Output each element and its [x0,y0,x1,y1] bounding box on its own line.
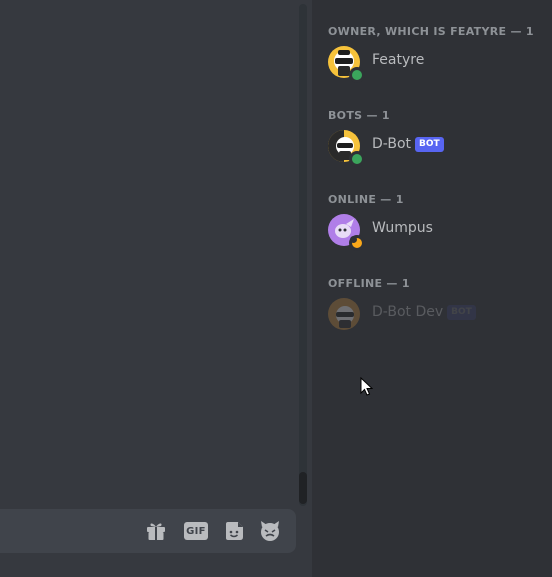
chat-scrollbar-thumb[interactable] [299,472,307,504]
gif-button[interactable]: GIF [184,519,208,543]
emoji-icon [261,521,279,541]
member-name: D-Bot Dev BOT [372,304,476,320]
member-item-d-bot-dev[interactable]: D-Bot Dev BOT [320,293,544,335]
gif-icon: GIF [184,522,208,540]
member-item-wumpus[interactable]: Wumpus [320,209,544,251]
member-list: Owner, which is Featyre — 1 Featyre Bots… [312,0,552,577]
bot-badge: BOT [447,305,476,320]
status-online-indicator [349,151,365,167]
status-idle-indicator [349,235,365,251]
member-item-featyre[interactable]: Featyre [320,41,544,83]
member-section-header-offline: Offline — 1 [328,277,410,290]
member-section-header-owner: Owner, which is Featyre — 1 [328,25,534,38]
sticker-button[interactable] [222,519,246,543]
bot-badge: BOT [415,137,444,152]
gift-icon [147,523,165,540]
chat-area: GIF [0,0,312,577]
member-name: D-Bot BOT [372,136,444,152]
member-section-header-bots: Bots — 1 [328,109,390,122]
emoji-button[interactable] [258,519,282,543]
avatar [328,214,365,251]
member-name: Wumpus [372,220,433,236]
status-online-indicator [349,67,365,83]
mouse-cursor-icon [360,377,373,396]
avatar [328,298,360,330]
member-item-d-bot[interactable]: D-Bot BOT [320,125,544,167]
message-composer[interactable]: GIF [0,509,296,553]
member-section-header-online: Online — 1 [328,193,404,206]
chat-scrollbar[interactable] [299,4,307,506]
gift-button[interactable] [144,519,168,543]
sticker-icon [226,522,243,540]
member-name: Featyre [372,52,425,68]
avatar [328,46,365,83]
avatar [328,130,365,167]
